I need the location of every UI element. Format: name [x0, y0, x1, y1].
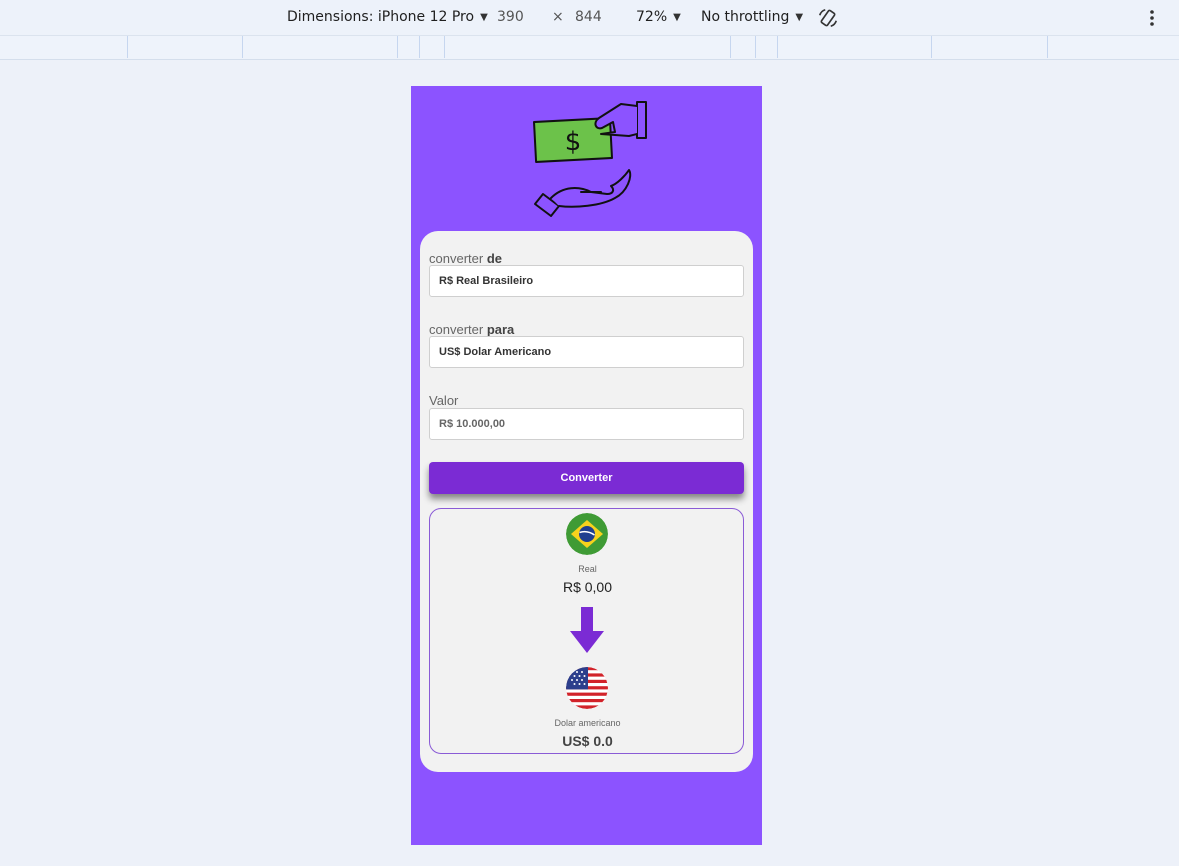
to-amount: US$ 0.0 [562, 733, 613, 749]
media-query-ruler [0, 36, 1179, 60]
to-currency-select[interactable]: US$ Dolar Americano [429, 336, 744, 368]
throttling-label: No throttling [701, 9, 790, 25]
to-currency-name: Dolar americano [554, 718, 621, 728]
from-label: converter de [429, 251, 502, 266]
arrow-down-icon [570, 607, 604, 653]
chevron-down-icon: ▼ [480, 11, 488, 23]
usa-flag-icon [566, 667, 608, 709]
width-input[interactable]: 390 [497, 9, 524, 25]
from-amount: R$ 0,00 [562, 579, 613, 595]
chevron-down-icon: ▼ [795, 11, 804, 23]
device-select[interactable]: Dimensions: iPhone 12 Pro ▼ [287, 9, 488, 25]
more-options-icon[interactable] [1142, 8, 1162, 28]
from-currency-select[interactable]: R$ Real Brasileiro [429, 265, 744, 297]
converter-card: converter de R$ Real Brasileiro converte… [420, 231, 753, 772]
rotate-icon[interactable] [817, 7, 839, 29]
chevron-down-icon: ▼ [673, 11, 681, 23]
devtools-toolbar: Dimensions: iPhone 12 Pro ▼ 390 × 844 72… [0, 0, 1179, 36]
amount-input[interactable]: R$ 10.000,00 [429, 408, 744, 440]
money-exchange-icon: $ [533, 101, 647, 217]
to-label: converter para [429, 322, 515, 337]
brazil-flag-icon [566, 513, 608, 555]
result-panel: Real R$ 0,00 Dolar americano US$ 0.0 [429, 508, 744, 754]
amount-label: Valor [429, 393, 459, 408]
convert-button[interactable]: Converter [429, 462, 744, 494]
throttling-select[interactable]: No throttling ▼ [701, 9, 803, 25]
times-symbol: × [552, 9, 564, 25]
from-currency-name: Real [578, 564, 597, 574]
device-label: Dimensions: iPhone 12 Pro [287, 9, 475, 25]
svg-text:$: $ [565, 127, 582, 157]
phone-viewport: $ converter de R$ Real Brasileiro conver… [411, 86, 762, 845]
zoom-select[interactable]: 72% ▼ [636, 9, 681, 25]
zoom-label: 72% [636, 9, 668, 25]
height-input[interactable]: 844 [575, 9, 602, 25]
